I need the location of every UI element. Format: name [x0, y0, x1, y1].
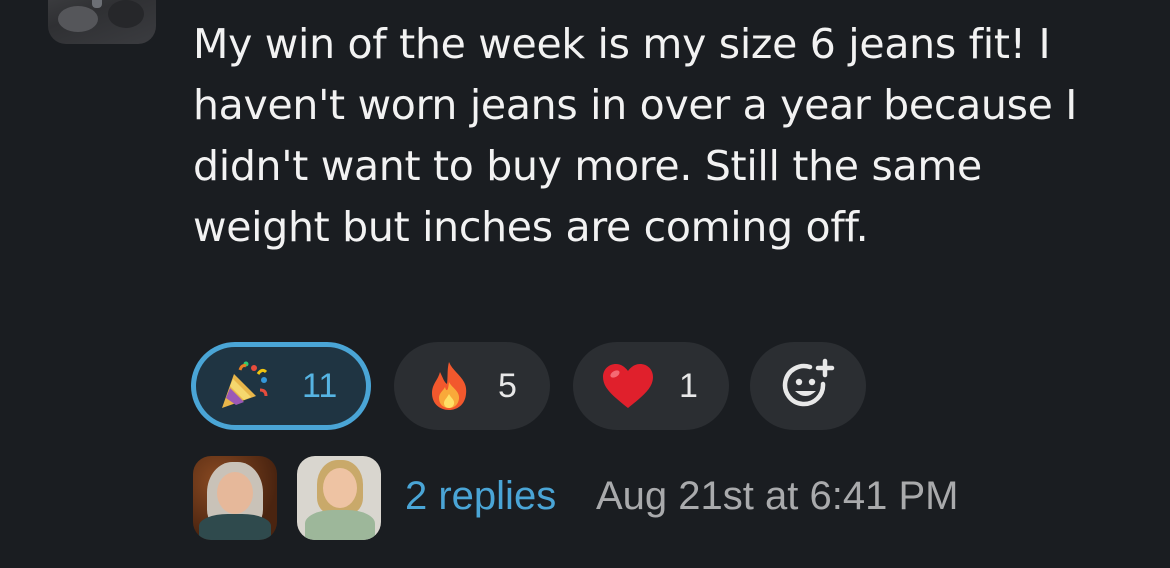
red-heart-icon	[601, 362, 655, 410]
message-text: My win of the week is my size 6 jeans fi…	[193, 20, 1078, 251]
fire-icon	[426, 360, 472, 412]
reaction-count: 5	[498, 366, 517, 405]
replier-avatar	[297, 456, 381, 540]
reaction-count: 11	[302, 366, 338, 405]
author-avatar[interactable]	[48, 0, 156, 44]
reaction-fire[interactable]: 5	[394, 342, 550, 430]
party-popper-icon	[218, 360, 270, 412]
replies-link[interactable]: 2 replies	[405, 474, 556, 519]
reaction-party-popper[interactable]: 11	[191, 342, 371, 430]
reaction-count: 1	[679, 366, 698, 405]
add-reaction-button[interactable]	[750, 342, 866, 430]
last-reply-timestamp: Aug 21st at 6:41 PM	[596, 474, 959, 518]
reaction-heart[interactable]: 1	[573, 342, 729, 430]
replier-avatar	[193, 456, 277, 540]
add-reaction-icon	[779, 357, 837, 415]
